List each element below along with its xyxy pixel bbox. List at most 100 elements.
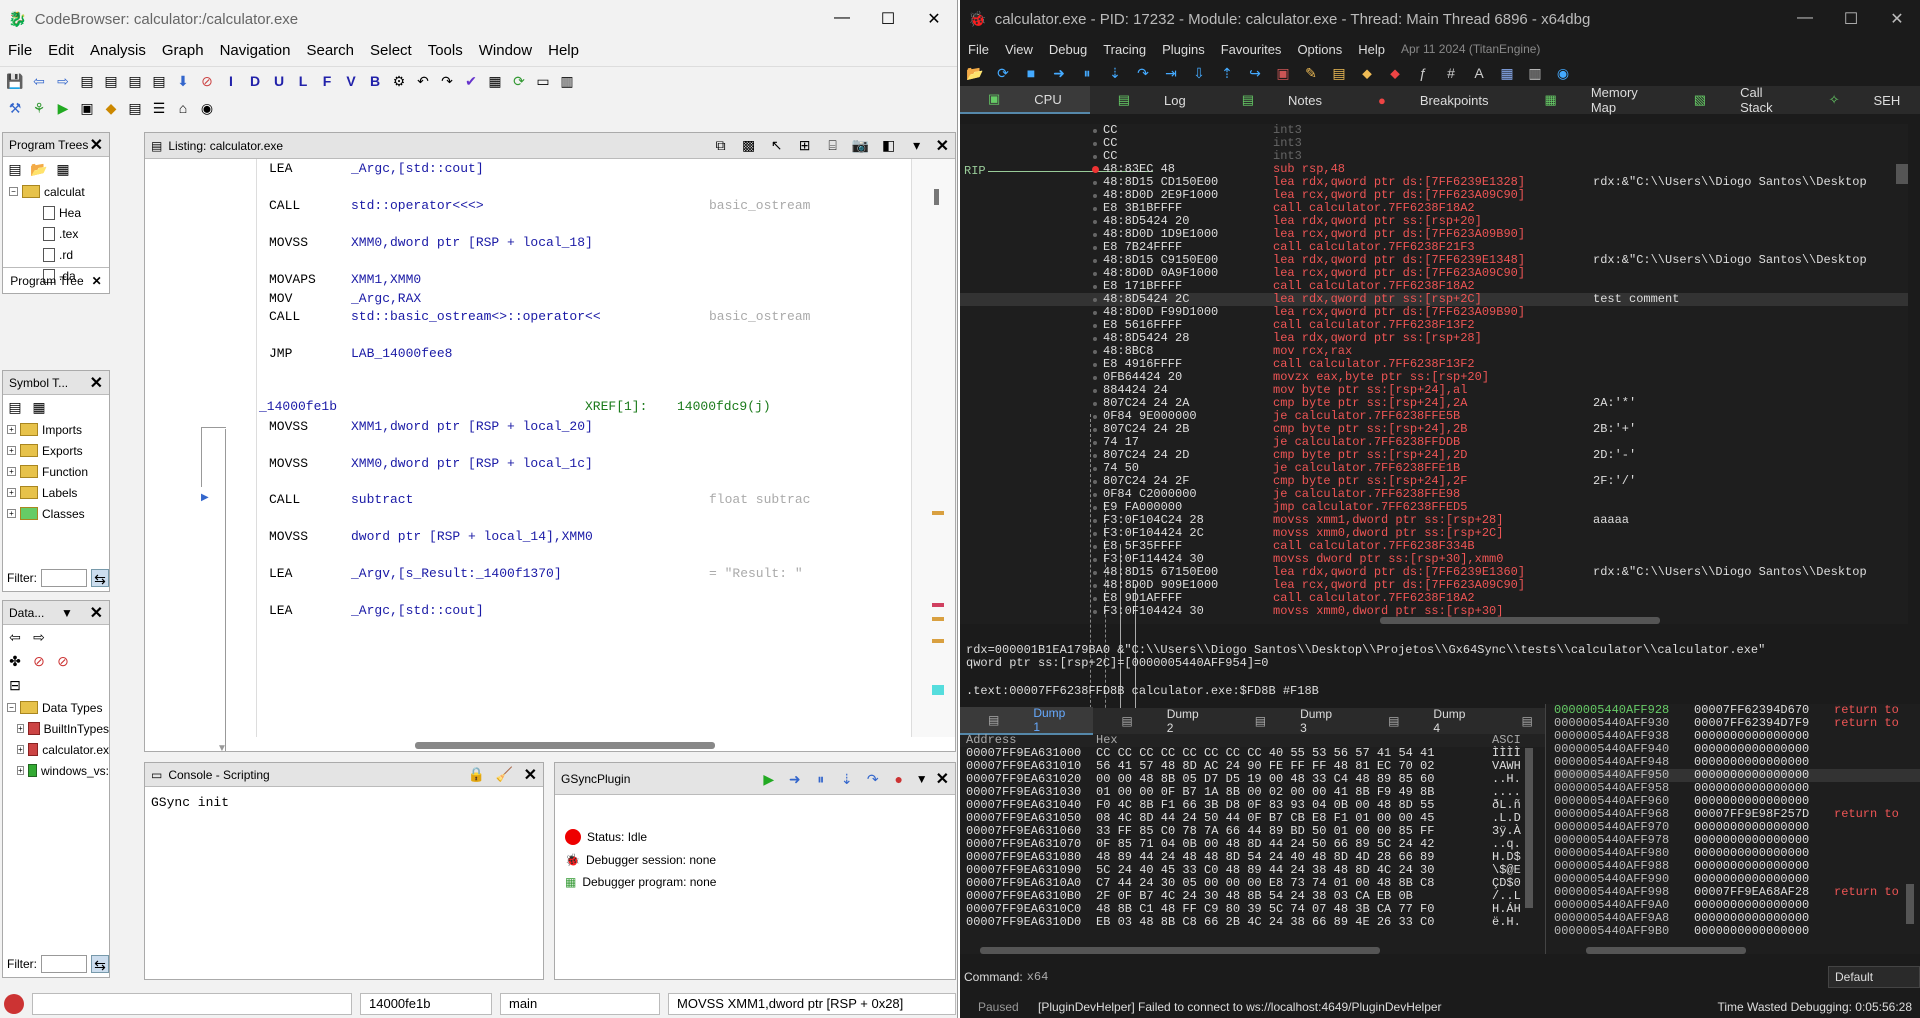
program-tree-tab[interactable]: Program Tree ✕ xyxy=(3,267,109,293)
gutter-dot-icon[interactable] xyxy=(1093,532,1097,536)
gutter-dot-icon[interactable] xyxy=(1093,454,1097,458)
tab-seh[interactable]: ✧ SEH xyxy=(1801,86,1920,114)
symbol-tree-item[interactable]: + Classes xyxy=(7,503,109,524)
chart-icon[interactable]: ▥ xyxy=(558,72,576,90)
camera-icon[interactable]: 📷 xyxy=(852,136,870,154)
listing-row[interactable]: LEA _Argc,[std::cout] xyxy=(269,161,911,181)
menu-help[interactable]: Help xyxy=(1350,42,1393,57)
gutter-dot-icon[interactable] xyxy=(1093,350,1097,354)
scroll-thumb[interactable] xyxy=(934,189,939,205)
trace-into-icon[interactable]: ⇥ xyxy=(1162,64,1180,82)
collapse-icon[interactable]: − xyxy=(9,187,18,196)
gutter-dot-icon[interactable] xyxy=(1093,311,1097,315)
l-icon[interactable]: L xyxy=(294,72,312,90)
d-icon[interactable]: D xyxy=(246,72,264,90)
pause-icon[interactable]: ⏸ xyxy=(1078,64,1096,82)
menu-file[interactable]: File xyxy=(0,42,40,59)
expand-icon[interactable]: + xyxy=(17,724,24,733)
tab-memory-map[interactable]: ▦ Memory Map xyxy=(1517,85,1666,115)
doc-icon[interactable]: ▦ xyxy=(1498,64,1516,82)
gutter-dot-icon[interactable] xyxy=(1093,428,1097,432)
collapse-icon[interactable]: − xyxy=(7,703,16,712)
listing-row[interactable]: JMP LAB_14000fee8 xyxy=(269,346,911,366)
label-row[interactable]: _14000fe1b XREF[1]: 14000fdc9(j) xyxy=(259,399,901,419)
data-types-filter-input[interactable] xyxy=(41,955,87,973)
undo-icon[interactable]: ↶ xyxy=(414,72,432,90)
menu-search[interactable]: Search xyxy=(298,42,362,59)
tree-item[interactable]: .tex xyxy=(9,223,109,244)
menu-edit[interactable]: Edit xyxy=(40,42,82,59)
stack-vscroll[interactable] xyxy=(1906,884,1914,924)
play-icon[interactable]: ▶ xyxy=(760,770,778,788)
close-icon[interactable]: ✕ xyxy=(936,136,949,156)
close-icon[interactable]: ✕ xyxy=(92,274,102,288)
check-icon[interactable]: ✔ xyxy=(462,72,480,90)
refresh-icon[interactable]: ⟳ xyxy=(510,72,528,90)
gutter-dot-icon[interactable] xyxy=(1093,298,1097,302)
symbol-1-icon[interactable]: ▤ xyxy=(6,398,24,416)
console-output[interactable]: GSync init xyxy=(145,787,543,818)
hash-icon[interactable]: # xyxy=(1442,64,1460,82)
listing-row[interactable]: MOV _Argc,RAX xyxy=(269,291,911,311)
stack-hscroll[interactable] xyxy=(1586,947,1746,954)
listing-row[interactable]: LEA _Argv,[s_Result:_1400f1370] = "Result:… xyxy=(269,566,911,586)
listing-hscroll[interactable] xyxy=(415,742,715,749)
menu-tools[interactable]: Tools xyxy=(420,42,471,59)
table-icon[interactable]: ▤ xyxy=(126,99,144,117)
graph-icon[interactable]: ⌸ xyxy=(824,136,842,154)
symbol-tree-item[interactable]: + Labels xyxy=(7,482,109,503)
listing-overview-bar[interactable] xyxy=(911,159,955,737)
chevron-down-icon[interactable]: ▾ xyxy=(908,136,926,154)
function-icon[interactable]: ƒ xyxy=(1414,64,1432,82)
gutter-dot-icon[interactable] xyxy=(1093,207,1097,211)
step-into-icon[interactable]: ⇣ xyxy=(838,770,856,788)
menu-navigation[interactable]: Navigation xyxy=(212,42,299,59)
dump-hscroll[interactable] xyxy=(980,947,1380,954)
dump-row[interactable]: 00007FF9EA6310D0 EB 03 48 8B C8 66 2B 4C … xyxy=(966,916,1545,929)
close-icon[interactable]: ✕ xyxy=(90,135,103,155)
run-icon[interactable]: ▶ xyxy=(54,99,72,117)
gutter-dot-icon[interactable] xyxy=(1093,545,1097,549)
gutter-dot-icon[interactable] xyxy=(1093,233,1097,237)
paste-icon[interactable]: ▩ xyxy=(740,136,758,154)
listing-row[interactable]: MOVSS dword ptr [RSP + local_14],XMM0 xyxy=(269,529,911,549)
stack-panel[interactable]: 0000005440AFF928 00007FF62394D670 return t… xyxy=(1545,704,1920,954)
gutter-dot-icon[interactable] xyxy=(1093,259,1097,263)
network-icon[interactable]: ✤ xyxy=(6,652,24,670)
minimize-button[interactable]: — xyxy=(819,9,865,29)
symbol-2-icon[interactable]: ▦ xyxy=(30,398,48,416)
calc-icon[interactable]: ▥ xyxy=(1526,64,1544,82)
nav-1-icon[interactable]: ▤ xyxy=(78,72,96,90)
breakpoint-icon[interactable]: ● xyxy=(890,770,908,788)
cursor-icon[interactable]: ↖ xyxy=(768,136,786,154)
listing-row[interactable]: MOVSS XMM0,dword ptr [RSP + local_18] xyxy=(269,235,911,255)
gutter-dot-icon[interactable] xyxy=(1093,376,1097,380)
close-button[interactable]: ✕ xyxy=(911,9,957,29)
forward-icon[interactable]: ⇨ xyxy=(30,628,48,646)
window-icon[interactable]: ▭ xyxy=(534,72,552,90)
memory-icon[interactable]: ▦ xyxy=(486,72,504,90)
listing-row[interactable]: MOVSS XMM1,dword ptr [RSP + local_20] xyxy=(269,419,911,439)
chevron-down-icon[interactable]: ▼ xyxy=(61,606,73,620)
listing-row[interactable]: CALL subtract float subtrac xyxy=(269,492,911,512)
gutter-dot-icon[interactable] xyxy=(1093,597,1097,601)
data-types-root[interactable]: − Data Types xyxy=(7,697,109,718)
filter-icon[interactable]: ⇆ xyxy=(91,569,109,587)
close-icon[interactable]: ✕ xyxy=(524,765,537,785)
trace-over-icon[interactable]: ⇩ xyxy=(1190,64,1208,82)
stop-icon[interactable]: ⊘ xyxy=(198,72,216,90)
minimize-button[interactable]: — xyxy=(1782,9,1828,29)
listing-row[interactable]: CALL std::basic_ostream<>::operator<< basi… xyxy=(269,309,911,329)
down-arrow-icon[interactable]: ⬇ xyxy=(174,72,192,90)
label-icon[interactable]: ⬥ xyxy=(1358,64,1376,82)
b-icon[interactable]: B xyxy=(366,72,384,90)
f-icon[interactable]: F xyxy=(318,72,336,90)
dump-tab-3[interactable]: ▤ Dump 3 xyxy=(1227,707,1360,735)
menu-favourites[interactable]: Favourites xyxy=(1213,42,1290,57)
step-out-icon[interactable]: ↷ xyxy=(864,770,882,788)
menu-graph[interactable]: Graph xyxy=(154,42,212,59)
maximize-button[interactable]: ☐ xyxy=(1828,9,1874,29)
execute-till-return-icon[interactable]: ⇡ xyxy=(1218,64,1236,82)
dump-tab-2[interactable]: ▤ Dump 2 xyxy=(1093,707,1226,735)
globe-icon[interactable]: ◉ xyxy=(1554,64,1572,82)
